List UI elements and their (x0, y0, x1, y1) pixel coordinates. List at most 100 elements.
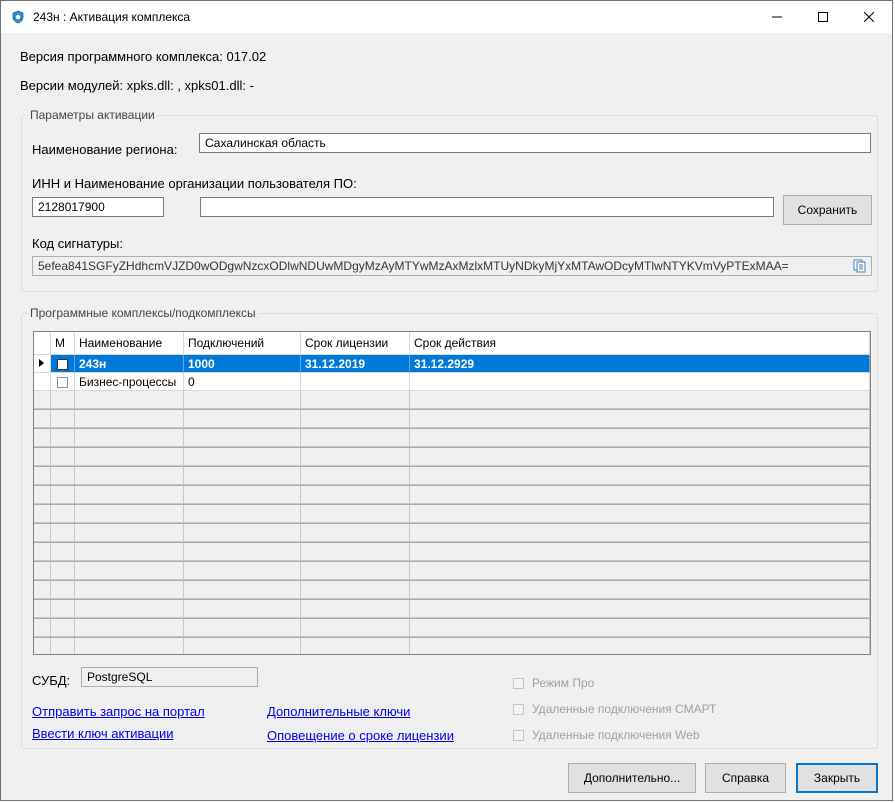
empty-grid-cell (184, 581, 301, 599)
remote-web-label: Удаленные подключения Web (532, 728, 700, 742)
empty-grid-cell (51, 581, 75, 599)
empty-grid-cell (34, 619, 51, 637)
checkbox-box (513, 703, 524, 715)
maximize-button[interactable] (800, 1, 846, 33)
remote-web-checkbox[interactable]: Удаленные подключения Web (513, 728, 700, 742)
pro-mode-label: Режим Про (532, 676, 595, 690)
complexes-grid: М Наименование Подключений Срок лицензии… (33, 331, 871, 655)
title-bar: 243н : Активация комплекса (1, 1, 892, 33)
dbms-label: СУБД: (32, 673, 71, 688)
empty-grid-cell (51, 638, 75, 654)
remote-smart-checkbox[interactable]: Удаленные подключения СМАРТ (513, 702, 716, 716)
empty-grid-cell (75, 638, 184, 654)
close-window-button[interactable] (846, 1, 892, 33)
copy-icon[interactable] (853, 259, 867, 273)
empty-grid-cell (34, 581, 51, 599)
signature-field[interactable]: 5efea841SGFyZHdhcmVJZD0wODgwNzcxODlwNDUw… (32, 256, 872, 276)
enter-key-link[interactable]: Ввести ключ активации (32, 726, 174, 741)
empty-grid-cell (75, 410, 184, 428)
empty-grid-row (34, 638, 870, 654)
inn-input[interactable]: 2128017900 (32, 197, 164, 217)
empty-grid-row (34, 562, 870, 580)
empty-grid-cell (184, 429, 301, 447)
col-header-connections[interactable]: Подключений (184, 332, 301, 355)
empty-grid-row (34, 448, 870, 466)
empty-grid-cell (51, 467, 75, 485)
empty-grid-cell (301, 638, 410, 654)
empty-grid-cell (301, 524, 410, 542)
send-request-link[interactable]: Отправить запрос на портал (32, 704, 205, 719)
empty-grid-row (34, 524, 870, 542)
close-icon (864, 12, 874, 22)
empty-grid-cell (75, 581, 184, 599)
empty-grid-cell (301, 391, 410, 409)
modules-label: Версии модулей: xpks.dll: , xpks01.dll: … (20, 78, 254, 93)
empty-grid-cell (410, 467, 870, 485)
empty-grid-cell (410, 600, 870, 618)
empty-grid-cell (301, 486, 410, 504)
more-button[interactable]: Дополнительно... (568, 763, 696, 793)
version-label: Версия программного комплекса: 017.02 (20, 49, 267, 64)
region-label: Наименование региона: (32, 142, 178, 157)
save-button[interactable]: Сохранить (783, 195, 872, 225)
empty-grid-cell (51, 429, 75, 447)
row-m-cell[interactable] (51, 355, 75, 373)
col-header-validity-term[interactable]: Срок действия (410, 332, 870, 355)
empty-grid-cell (34, 486, 51, 504)
empty-grid-cell (75, 467, 184, 485)
empty-grid-cell (410, 486, 870, 504)
remote-smart-label: Удаленные подключения СМАРТ (532, 702, 717, 716)
empty-grid-cell (184, 505, 301, 523)
empty-grid-cell (34, 638, 51, 654)
empty-grid-cell (34, 524, 51, 542)
empty-grid-cell (75, 543, 184, 561)
table-row[interactable]: Бизнес-процессы 0 (34, 373, 870, 391)
row-checkbox[interactable] (57, 359, 68, 371)
empty-grid-cell (184, 524, 301, 542)
empty-grid-cell (34, 505, 51, 523)
empty-grid-cell (51, 619, 75, 637)
close-button[interactable]: Закрыть (796, 763, 878, 793)
col-header-name[interactable]: Наименование (75, 332, 184, 355)
minimize-button[interactable] (754, 1, 800, 33)
empty-grid-cell (75, 524, 184, 542)
empty-grid-cell (301, 543, 410, 561)
empty-grid-cell (301, 467, 410, 485)
empty-grid-row (34, 619, 870, 637)
empty-grid-cell (301, 581, 410, 599)
empty-grid-cell (34, 467, 51, 485)
pro-mode-checkbox[interactable]: Режим Про (513, 676, 594, 690)
col-header-license-term[interactable]: Срок лицензии (301, 332, 410, 355)
table-row[interactable]: 243н 1000 31.12.2019 31.12.2929 (34, 355, 870, 373)
checkbox-box (513, 677, 524, 689)
empty-grid-cell (184, 638, 301, 654)
empty-grid-cell (75, 562, 184, 580)
signature-label: Код сигнатуры: (32, 236, 123, 251)
empty-grid-cell (410, 391, 870, 409)
extra-keys-link[interactable]: Дополнительные ключи (267, 704, 410, 719)
empty-grid-cell (34, 410, 51, 428)
empty-grid-cell (410, 543, 870, 561)
empty-grid-cell (410, 429, 870, 447)
row-m-cell[interactable] (51, 373, 75, 391)
empty-grid-cell (51, 486, 75, 504)
license-notice-link[interactable]: Оповещение о сроке лицензии (267, 728, 454, 743)
empty-grid-cell (51, 524, 75, 542)
org-name-input[interactable] (200, 197, 774, 217)
empty-grid-cell (184, 486, 301, 504)
empty-grid-cell (410, 562, 870, 580)
empty-grid-cell (410, 524, 870, 542)
region-input[interactable]: Сахалинская область (199, 133, 871, 153)
empty-grid-cell (34, 429, 51, 447)
minimize-icon (772, 16, 782, 18)
empty-grid-cell (301, 505, 410, 523)
empty-grid-cell (75, 429, 184, 447)
row-checkbox[interactable] (57, 377, 68, 389)
empty-grid-cell (184, 391, 301, 409)
help-button[interactable]: Справка (705, 763, 786, 793)
empty-grid-cell (51, 600, 75, 618)
empty-grid-cell (410, 638, 870, 654)
col-header-m[interactable]: М (51, 332, 75, 355)
empty-grid-row (34, 467, 870, 485)
empty-grid-cell (51, 543, 75, 561)
